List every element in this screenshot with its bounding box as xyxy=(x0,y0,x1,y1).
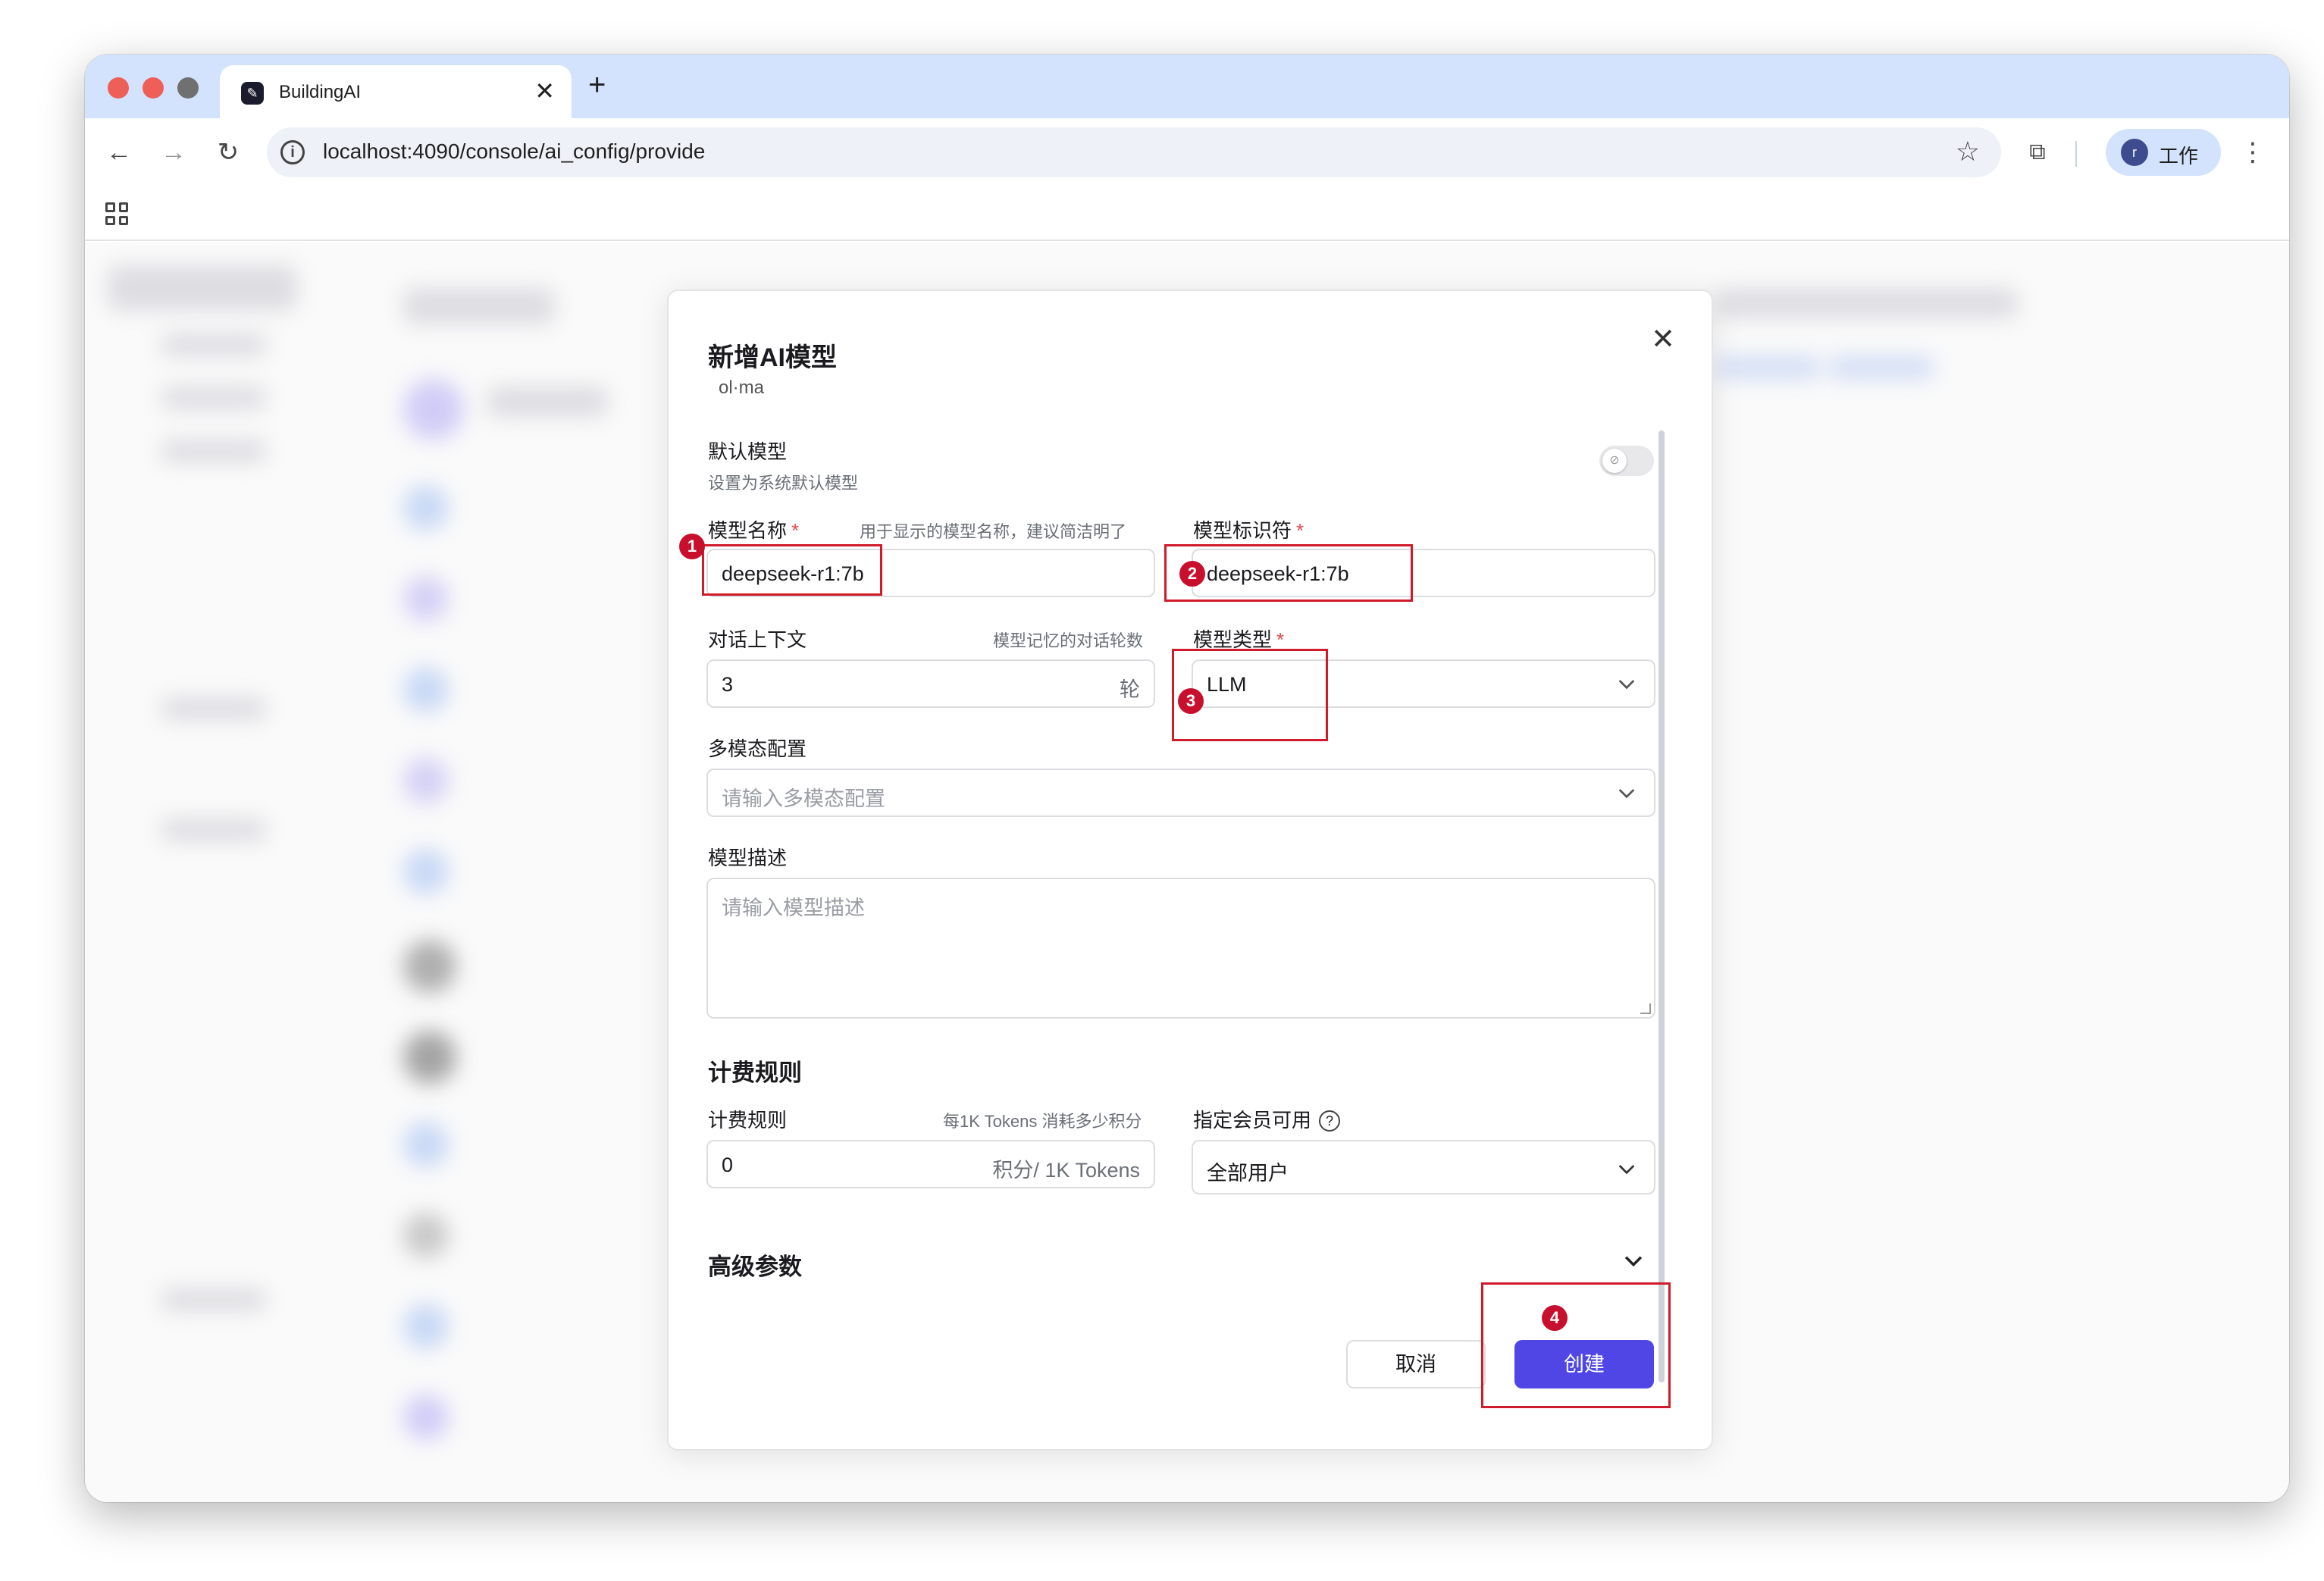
chevron-down-icon xyxy=(1615,1157,1639,1181)
billing-points-input[interactable]: 0 积分/ 1K Tokens xyxy=(706,1140,1155,1188)
description-textarea[interactable]: 请输入模型描述 xyxy=(706,878,1655,1019)
context-label: 对话上下文 xyxy=(708,628,807,651)
tab-close-icon[interactable]: ✕ xyxy=(534,77,555,105)
resize-handle-icon[interactable] xyxy=(1640,1003,1651,1014)
new-tab-button[interactable]: + xyxy=(588,68,606,102)
url-text[interactable]: localhost:4090/console/ai_config/provide xyxy=(323,139,705,164)
dialog-close-icon[interactable]: ✕ xyxy=(1651,323,1675,356)
annotation-box-4 xyxy=(1481,1282,1671,1408)
annotation-badge-4: 4 xyxy=(1542,1305,1568,1331)
toggle-off-icon: ⊘ xyxy=(1602,449,1627,473)
tab-title: BuildingAI xyxy=(279,82,362,102)
avatar: r xyxy=(2121,139,2148,166)
multimodal-select[interactable]: 请输入多模态配置 xyxy=(706,769,1655,817)
profile-button[interactable]: r 工作 xyxy=(2106,129,2221,176)
model-name-hint: 用于显示的模型名称，建议简洁明了 xyxy=(860,522,1127,541)
profile-label: 工作 xyxy=(2159,145,2199,167)
billing-section-title: 计费规则 xyxy=(708,1060,802,1086)
lens-search-icon[interactable]: ⧉ xyxy=(2021,133,2054,171)
site-info-icon[interactable]: i xyxy=(280,140,305,164)
multimodal-label: 多模态配置 xyxy=(708,737,807,760)
apps-grid-icon[interactable] xyxy=(103,200,130,227)
toolbar-divider xyxy=(2075,141,2077,167)
default-model-toggle[interactable]: ⊘ xyxy=(1599,446,1654,476)
advanced-params-toggle[interactable]: 高级参数 xyxy=(708,1248,802,1282)
membership-select[interactable]: 全部用户 xyxy=(1192,1140,1655,1194)
model-name-label: 模型名称 * xyxy=(708,519,800,542)
reload-icon[interactable]: ↻ xyxy=(209,133,247,171)
dialog-title: 新增AI模型 xyxy=(708,343,837,372)
browser-window: ✎ BuildingAI ✕ + ← → ↻ i localhost:4090/… xyxy=(85,55,2289,1502)
chevron-down-icon[interactable] xyxy=(1621,1248,1646,1273)
description-label: 模型描述 xyxy=(708,847,788,869)
chevron-down-icon xyxy=(1615,672,1639,696)
dialog-scrollbar[interactable] xyxy=(1658,430,1665,1382)
tab-strip: ✎ BuildingAI ✕ + xyxy=(85,55,2289,118)
default-model-label: 默认模型 xyxy=(708,440,788,463)
help-circle-icon[interactable]: ? xyxy=(1319,1110,1341,1132)
chevron-down-icon xyxy=(1615,781,1639,805)
more-menu-icon[interactable]: ⋮ xyxy=(2238,133,2268,171)
cancel-button[interactable]: 取消 xyxy=(1346,1340,1486,1388)
annotation-box-1 xyxy=(702,544,882,596)
context-rounds-input[interactable]: 3 轮 xyxy=(706,659,1155,708)
window-minimize-button[interactable] xyxy=(143,77,164,99)
browser-tab[interactable]: ✎ BuildingAI ✕ xyxy=(220,65,572,118)
address-bar[interactable]: i localhost:4090/console/ai_config/provi… xyxy=(267,127,2001,177)
context-hint: 模型记忆的对话轮数 xyxy=(993,631,1144,650)
billing-hint: 每1K Tokens 消耗多少积分 xyxy=(943,1112,1142,1131)
window-maximize-button[interactable] xyxy=(177,77,199,99)
model-id-label: 模型标识符 * xyxy=(1193,519,1305,542)
buildingai-favicon-icon: ✎ xyxy=(241,82,264,105)
forward-arrow-icon[interactable]: → xyxy=(155,133,193,171)
annotation-badge-1: 1 xyxy=(679,534,705,559)
bookmark-star-icon[interactable]: ☆ xyxy=(1956,135,1980,168)
billing-label: 计费规则 xyxy=(708,1109,788,1132)
add-model-dialog: 新增AI模型 ol·ma ✕ 默认模型 设置为系统默认模型 ⊘ 模型名称 * 用于… xyxy=(667,290,1713,1451)
annotation-badge-2: 2 xyxy=(1179,561,1205,587)
browser-toolbar: ← → ↻ i localhost:4090/console/ai_config… xyxy=(85,118,2289,186)
window-close-button[interactable] xyxy=(108,77,129,99)
annotation-badge-3: 3 xyxy=(1178,688,1204,714)
back-arrow-icon[interactable]: ← xyxy=(100,133,138,171)
bookmarks-bar xyxy=(85,186,2289,241)
provider-subtitle: ol·ma xyxy=(719,377,765,398)
default-model-hint: 设置为系统默认模型 xyxy=(708,474,859,493)
membership-label: 指定会员可用? xyxy=(1193,1105,1341,1133)
